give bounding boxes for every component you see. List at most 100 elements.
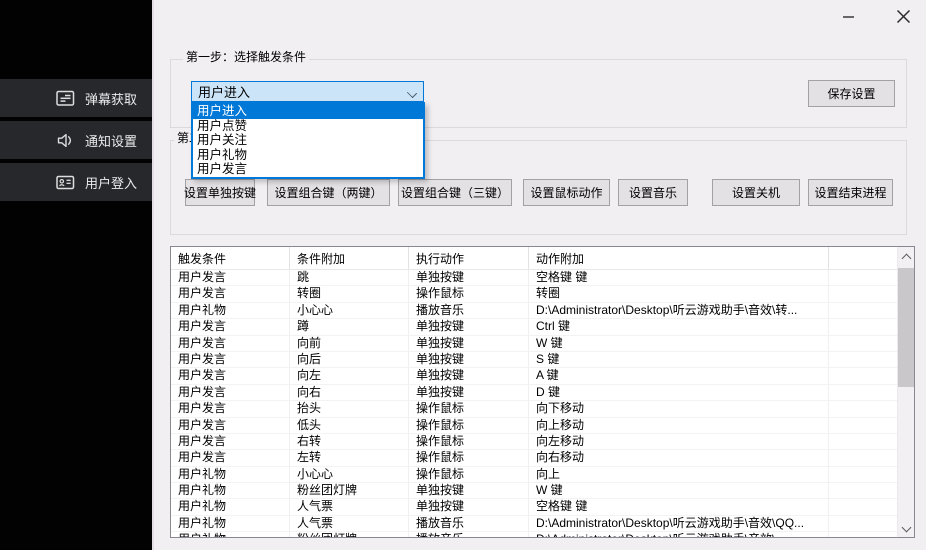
mapping-table: 触发条件 条件附加 执行动作 动作附加 用户发言 跳 单独按键 空格键 键 用户… — [170, 246, 915, 538]
cell-action-extra: 向右移动 — [529, 450, 829, 465]
cell-action-extra: 空格键 键 — [529, 270, 829, 285]
cell-action-extra: D:\Administrator\Desktop\听云游戏助手\音效\... — [529, 532, 829, 537]
cell-condition-extra: 粉丝团灯牌 — [290, 483, 409, 498]
cell-action-extra: 转圈 — [529, 286, 829, 301]
cell-trigger-condition: 用户发言 — [171, 319, 290, 334]
cell-condition-extra: 人气票 — [290, 499, 409, 514]
cell-filler — [829, 499, 897, 514]
chevron-down-icon — [903, 525, 910, 532]
header-action-extra[interactable]: 动作附加 — [529, 247, 829, 269]
table-row[interactable]: 用户发言 向前 单独按键 W 键 — [171, 336, 897, 352]
save-settings-button[interactable]: 保存设置 — [808, 80, 895, 107]
cell-action-extra: Ctrl 键 — [529, 319, 829, 334]
table-row[interactable]: 用户发言 右转 操作鼠标 向左移动 — [171, 434, 897, 450]
set-single-key-button[interactable]: 设置单独按键 — [185, 179, 255, 206]
scroll-up-button[interactable] — [898, 247, 914, 264]
cell-condition-extra: 低头 — [290, 418, 409, 433]
sidebar-item-notify[interactable]: 通知设置 — [0, 121, 152, 159]
cell-action-extra: D:\Administrator\Desktop\听云游戏助手\音效\QQ... — [529, 516, 829, 531]
step1-group-label: 第一步：选择触发条件 — [183, 50, 309, 65]
cell-trigger-condition: 用户礼物 — [171, 499, 290, 514]
cell-filler — [829, 450, 897, 465]
set-combo-3key-button[interactable]: 设置组合键（三键） — [398, 179, 512, 206]
cell-filler — [829, 368, 897, 383]
cell-trigger-condition: 用户发言 — [171, 434, 290, 449]
cell-action-extra: S 键 — [529, 352, 829, 367]
set-shutdown-button[interactable]: 设置关机 — [712, 179, 800, 206]
sidebar-content-divider — [152, 0, 154, 550]
dropdown-option[interactable]: 用户点赞 — [193, 119, 423, 134]
set-music-button[interactable]: 设置音乐 — [618, 179, 688, 206]
scroll-down-button[interactable] — [898, 520, 914, 537]
table-row[interactable]: 用户发言 向左 单独按键 A 键 — [171, 368, 897, 384]
table-body: 用户发言 跳 单独按键 空格键 键 用户发言 转圈 操作鼠标 转圈 用户礼物 小… — [171, 270, 897, 537]
cell-condition-extra: 左转 — [290, 450, 409, 465]
table-row[interactable]: 用户礼物 粉丝团灯牌 单独按键 W 键 — [171, 483, 897, 499]
minimize-button[interactable] — [833, 4, 863, 28]
cell-exec-action: 操作鼠标 — [409, 401, 529, 416]
vertical-scrollbar[interactable] — [897, 247, 914, 537]
cell-filler — [829, 467, 897, 482]
cell-exec-action: 单独按键 — [409, 499, 529, 514]
dropdown-option[interactable]: 用户礼物 — [193, 148, 423, 163]
dropdown-option[interactable]: 用户发言 — [193, 162, 423, 177]
cell-condition-extra: 向右 — [290, 385, 409, 400]
cell-exec-action: 操作鼠标 — [409, 434, 529, 449]
cell-condition-extra: 人气票 — [290, 516, 409, 531]
dropdown-option[interactable]: 用户关注 — [193, 133, 423, 148]
cell-exec-action: 单独按键 — [409, 352, 529, 367]
sidebar-item-danmaku[interactable]: 弹幕获取 — [0, 79, 152, 117]
cell-exec-action: 单独按键 — [409, 336, 529, 351]
table-row[interactable]: 用户发言 向右 单独按键 D 键 — [171, 385, 897, 401]
table-row[interactable]: 用户礼物 小心心 播放音乐 D:\Administrator\Desktop\听… — [171, 303, 897, 319]
step2-group-label: 第二步 — [174, 131, 191, 146]
table-row[interactable]: 用户礼物 人气票 播放音乐 D:\Administrator\Desktop\听… — [171, 516, 897, 532]
header-trigger-condition[interactable]: 触发条件 — [171, 247, 290, 269]
table-row[interactable]: 用户发言 抬头 操作鼠标 向下移动 — [171, 401, 897, 417]
cell-trigger-condition: 用户发言 — [171, 450, 290, 465]
cell-filler — [829, 434, 897, 449]
dropdown-option[interactable]: 用户进入 — [193, 104, 423, 119]
sidebar-item-label: 弹幕获取 — [85, 89, 137, 108]
header-condition-extra[interactable]: 条件附加 — [290, 247, 409, 269]
cell-action-extra: W 键 — [529, 483, 829, 498]
table-row[interactable]: 用户礼物 人气票 单独按键 空格键 键 — [171, 499, 897, 515]
cell-exec-action: 单独按键 — [409, 368, 529, 383]
cell-filler — [829, 385, 897, 400]
close-button[interactable] — [888, 4, 918, 28]
trigger-condition-combobox[interactable]: 用户进入 — [191, 81, 424, 102]
cell-action-extra: W 键 — [529, 336, 829, 351]
chevron-up-icon — [903, 252, 910, 259]
set-combo-2key-button[interactable]: 设置组合键（两键） — [267, 179, 390, 206]
cell-filler — [829, 352, 897, 367]
cell-action-extra: 向上移动 — [529, 418, 829, 433]
cell-exec-action: 单独按键 — [409, 319, 529, 334]
cell-condition-extra: 抬头 — [290, 401, 409, 416]
scrollbar-thumb[interactable] — [898, 268, 914, 387]
cell-action-extra: 向下移动 — [529, 401, 829, 416]
table-row[interactable]: 用户发言 左转 操作鼠标 向右移动 — [171, 450, 897, 466]
cell-trigger-condition: 用户发言 — [171, 286, 290, 301]
cell-action-extra: 空格键 键 — [529, 499, 829, 514]
table-row[interactable]: 用户发言 低头 操作鼠标 向上移动 — [171, 418, 897, 434]
trigger-condition-dropdown: 用户进入 用户点赞 用户关注 用户礼物 用户发言 — [191, 102, 425, 179]
cell-action-extra: 向上 — [529, 467, 829, 482]
cell-condition-extra: 向左 — [290, 368, 409, 383]
cell-condition-extra: 粉丝团灯牌 — [290, 532, 409, 537]
cell-filler — [829, 303, 897, 318]
table-row[interactable]: 用户发言 蹲 单独按键 Ctrl 键 — [171, 319, 897, 335]
header-exec-action[interactable]: 执行动作 — [409, 247, 529, 269]
table-row[interactable]: 用户发言 向后 单独按键 S 键 — [171, 352, 897, 368]
sidebar-item-login[interactable]: 用户登入 — [0, 163, 152, 201]
cell-action-extra: 向左移动 — [529, 434, 829, 449]
table-row[interactable]: 用户发言 转圈 操作鼠标 转圈 — [171, 286, 897, 302]
table-row[interactable]: 用户礼物 小心心 操作鼠标 向上 — [171, 467, 897, 483]
close-icon — [896, 9, 911, 24]
mapping-table-main: 触发条件 条件附加 执行动作 动作附加 用户发言 跳 单独按键 空格键 键 用户… — [171, 247, 897, 537]
set-mouse-action-button[interactable]: 设置鼠标动作 — [523, 179, 610, 206]
table-row[interactable]: 用户礼物 粉丝团灯牌 播放音乐 D:\Administrator\Desktop… — [171, 532, 897, 537]
cell-trigger-condition: 用户礼物 — [171, 516, 290, 531]
set-kill-process-button[interactable]: 设置结束进程 — [808, 179, 893, 206]
table-row[interactable]: 用户发言 跳 单独按键 空格键 键 — [171, 270, 897, 286]
header-filler — [829, 247, 897, 269]
